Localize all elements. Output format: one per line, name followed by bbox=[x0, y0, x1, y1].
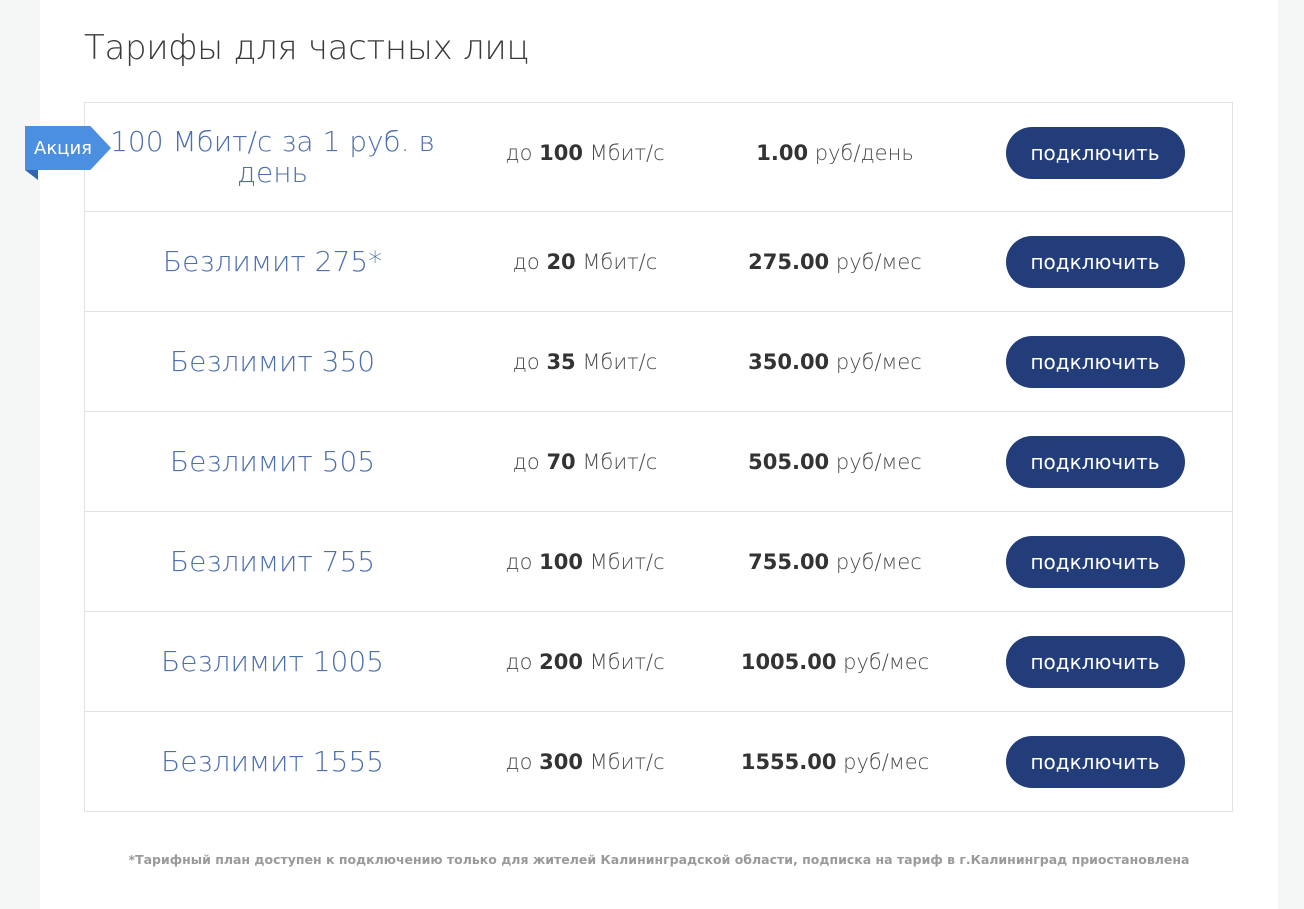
tariff-name[interactable]: Безлимит 1005 bbox=[161, 646, 384, 677]
tariff-name[interactable]: Безлимит 1555 bbox=[161, 746, 384, 777]
tariff-speed: до 20 Мбит/с bbox=[512, 249, 658, 274]
connect-button[interactable]: подключить bbox=[1005, 535, 1185, 588]
connect-button[interactable]: подключить bbox=[1005, 235, 1185, 288]
tariff-speed: до 35 Мбит/с bbox=[512, 349, 658, 374]
connect-button[interactable]: подключить bbox=[1005, 335, 1185, 388]
tariff-speed: до 70 Мбит/с bbox=[512, 449, 658, 474]
connect-button[interactable]: подключить bbox=[1005, 127, 1185, 179]
tariff-speed: до 200 Мбит/с bbox=[505, 649, 665, 674]
tariff-price: 1005.00 руб/мес bbox=[740, 649, 930, 674]
tariff-price: 505.00 руб/мес bbox=[748, 449, 922, 474]
tariff-name[interactable]: Безлимит 505 bbox=[170, 446, 375, 477]
tariff-speed: до 100 Мбит/с bbox=[505, 549, 665, 574]
tariff-name[interactable]: Безлимит 275* bbox=[163, 246, 382, 277]
connect-button[interactable]: подключить bbox=[1005, 735, 1185, 788]
tariff-name[interactable]: 100 Мбит/с за 1 руб. в день bbox=[95, 126, 450, 188]
tariff-speed: до 100 Мбит/с bbox=[505, 141, 665, 165]
tariff-row: Безлимит 275* до 20 Мбит/с 275.00 руб/ме… bbox=[85, 211, 1232, 311]
tariff-row: Безлимит 1555 до 300 Мбит/с 1555.00 руб/… bbox=[85, 711, 1232, 811]
tariff-name[interactable]: Безлимит 755 bbox=[170, 546, 375, 577]
tariff-name[interactable]: Безлимит 350 bbox=[170, 346, 375, 377]
tariff-price: 350.00 руб/мес bbox=[748, 349, 922, 374]
page-title: Тарифы для частных лиц bbox=[84, 28, 530, 68]
tariff-table: 100 Мбит/с за 1 руб. в день до 100 Мбит/… bbox=[84, 102, 1233, 812]
tariff-price: 755.00 руб/мес bbox=[748, 549, 922, 574]
connect-button[interactable]: подключить bbox=[1005, 435, 1185, 488]
connect-button[interactable]: подключить bbox=[1005, 635, 1185, 688]
tariffs-card: Тарифы для частных лиц 100 Мбит/с за 1 р… bbox=[40, 0, 1278, 909]
tariff-row: 100 Мбит/с за 1 руб. в день до 100 Мбит/… bbox=[85, 103, 1232, 211]
promo-badge-fold bbox=[25, 170, 38, 180]
tariff-row: Безлимит 755 до 100 Мбит/с 755.00 руб/ме… bbox=[85, 511, 1232, 611]
tariff-row: Безлимит 350 до 35 Мбит/с 350.00 руб/мес… bbox=[85, 311, 1232, 411]
tariff-speed: до 300 Мбит/с bbox=[505, 749, 665, 774]
tariff-price: 275.00 руб/мес bbox=[748, 249, 922, 274]
tariff-row: Безлимит 1005 до 200 Мбит/с 1005.00 руб/… bbox=[85, 611, 1232, 711]
tariff-price: 1.00 руб/день bbox=[756, 141, 914, 165]
tariff-row: Безлимит 505 до 70 Мбит/с 505.00 руб/мес… bbox=[85, 411, 1232, 511]
footnote: *Тарифный план доступен к подключению то… bbox=[128, 852, 1190, 867]
tariff-price: 1555.00 руб/мес bbox=[740, 749, 930, 774]
